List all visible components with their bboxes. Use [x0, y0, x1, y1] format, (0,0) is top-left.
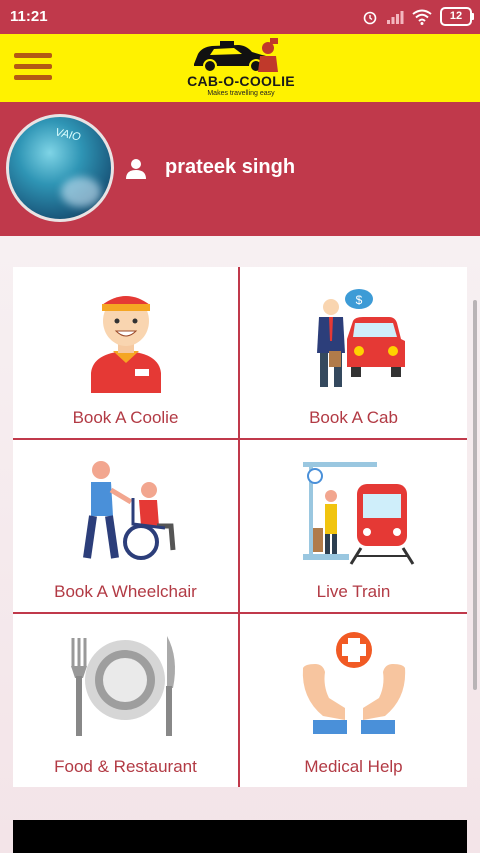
- app-title: CAB-O-COOLIE: [187, 73, 295, 89]
- signal-icon: [387, 10, 404, 24]
- tile-label: Book A Coolie: [72, 408, 179, 428]
- tile-label: Medical Help: [304, 756, 403, 776]
- person-icon: [126, 159, 146, 179]
- tile-book-cab[interactable]: $ Book A Cab: [240, 267, 467, 441]
- bottom-banner: [13, 820, 467, 853]
- cab-icon: $: [316, 289, 405, 387]
- coolie-icon: [90, 296, 161, 393]
- svg-text:$: $: [355, 293, 362, 307]
- status-time: 11:21: [10, 8, 48, 25]
- wheelchair-icon: [82, 461, 175, 561]
- app-logo: CAB-O-COOLIE Makes travelling easy: [180, 34, 302, 102]
- train-icon: [302, 462, 414, 566]
- alarm-icon: [363, 11, 377, 24]
- profile-name: prateek singh: [165, 156, 296, 178]
- car-logo-icon: [194, 38, 278, 73]
- hamburger-line: [14, 53, 52, 58]
- food-icon: [70, 635, 175, 736]
- hamburger-line: [14, 64, 52, 69]
- menu-button[interactable]: [14, 53, 52, 83]
- tile-book-coolie[interactable]: Book A Coolie: [13, 267, 240, 441]
- wifi-icon: [412, 9, 432, 25]
- services-grid: Book A Coolie $ Book A Cab Book A Wheelc…: [13, 267, 467, 787]
- scrollbar[interactable]: [473, 300, 477, 690]
- battery-icon: 12: [440, 7, 474, 26]
- tile-label: Food & Restaurant: [54, 756, 197, 776]
- status-icons: 12: [362, 7, 474, 26]
- hamburger-line: [14, 75, 52, 80]
- avatar-brand-text: VAIO: [54, 126, 82, 144]
- tile-label: Book A Cab: [309, 408, 398, 428]
- medical-icon: [302, 631, 405, 734]
- status-bar: 11:21 12: [0, 0, 480, 34]
- tile-live-train[interactable]: Live Train: [240, 440, 467, 614]
- avatar[interactable]: VAIO: [6, 114, 114, 222]
- app-tagline: Makes travelling easy: [207, 90, 275, 97]
- avatar-shine: [61, 177, 101, 207]
- tile-label: Book A Wheelchair: [54, 581, 197, 601]
- tile-medical-help[interactable]: Medical Help: [240, 613, 467, 787]
- tile-label: Live Train: [316, 581, 391, 601]
- battery-level: 12: [449, 10, 463, 22]
- tile-book-wheelchair[interactable]: Book A Wheelchair: [13, 440, 240, 614]
- app-bar: CAB-O-COOLIE Makes travelling easy: [0, 34, 480, 104]
- tile-food-restaurant[interactable]: Food & Restaurant: [13, 613, 240, 787]
